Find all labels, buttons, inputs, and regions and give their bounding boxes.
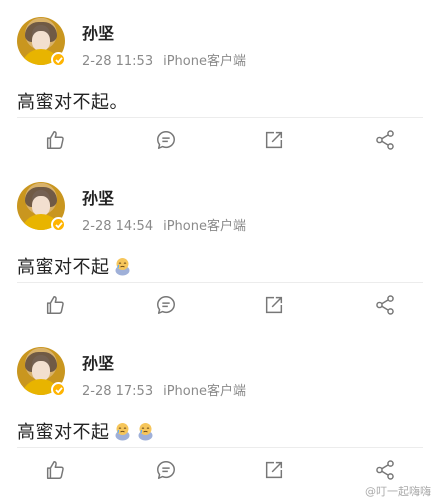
like-button[interactable]	[43, 128, 67, 152]
post-source: iPhone客户端	[163, 219, 246, 234]
comment-button[interactable]	[154, 293, 178, 317]
comment-button[interactable]	[154, 458, 178, 482]
share-box-icon	[265, 296, 283, 314]
share-network-icon	[376, 295, 394, 315]
post-text: 高蜜对不起	[17, 257, 110, 278]
post-meta: 2-28 11:53 iPhone客户端	[82, 50, 246, 69]
repost-button[interactable]	[262, 128, 286, 152]
post-3: 孙坚 2-28 17:53 iPhone客户端 高蜜对不起	[0, 330, 440, 490]
post-text: 高蜜对不起	[17, 422, 110, 443]
action-bar	[0, 128, 440, 160]
share-box-icon	[265, 461, 283, 479]
post-time: 2-28 14:54	[82, 219, 154, 234]
post-meta: 2-28 17:53 iPhone客户端	[82, 380, 246, 399]
divider	[17, 117, 423, 118]
comment-icon	[157, 131, 175, 149]
thumbs-up-icon	[46, 296, 64, 314]
post-2: 孙坚 2-28 14:54 iPhone客户端 高蜜对不起	[0, 165, 440, 325]
comment-icon	[157, 296, 175, 314]
share-button[interactable]	[373, 128, 397, 152]
share-network-icon	[376, 460, 394, 480]
author-name[interactable]: 孙坚	[82, 185, 114, 209]
comment-icon	[157, 461, 175, 479]
thumbs-up-icon	[46, 461, 64, 479]
share-box-icon	[265, 131, 283, 149]
verified-badge-icon	[51, 217, 66, 232]
post-source: iPhone客户端	[163, 54, 246, 69]
crying-emoji-icon	[114, 422, 131, 441]
share-button[interactable]	[373, 458, 397, 482]
post-meta: 2-28 14:54 iPhone客户端	[82, 215, 246, 234]
verified-badge-icon	[51, 382, 66, 397]
like-button[interactable]	[43, 293, 67, 317]
crying-emoji-icon	[137, 422, 154, 441]
post-text: 高蜜对不起。	[17, 92, 128, 113]
divider	[17, 282, 423, 283]
post-1: 孙坚 2-28 11:53 iPhone客户端 高蜜对不起。	[0, 0, 440, 160]
author-name[interactable]: 孙坚	[82, 350, 114, 374]
verified-badge-icon	[51, 52, 66, 67]
share-network-icon	[376, 130, 394, 150]
repost-button[interactable]	[262, 458, 286, 482]
divider	[17, 447, 423, 448]
post-time: 2-28 11:53	[82, 54, 154, 69]
like-button[interactable]	[43, 458, 67, 482]
post-content: 高蜜对不起	[17, 253, 131, 279]
repost-button[interactable]	[262, 293, 286, 317]
thumbs-up-icon	[46, 131, 64, 149]
watermark: @叮一起嗨嗨	[362, 482, 434, 500]
crying-emoji-icon	[114, 257, 131, 276]
comment-button[interactable]	[154, 128, 178, 152]
post-content: 高蜜对不起	[17, 418, 154, 444]
post-content: 高蜜对不起。	[17, 88, 128, 114]
post-time: 2-28 17:53	[82, 384, 154, 399]
post-source: iPhone客户端	[163, 384, 246, 399]
author-name[interactable]: 孙坚	[82, 20, 114, 44]
action-bar	[0, 293, 440, 325]
share-button[interactable]	[373, 293, 397, 317]
